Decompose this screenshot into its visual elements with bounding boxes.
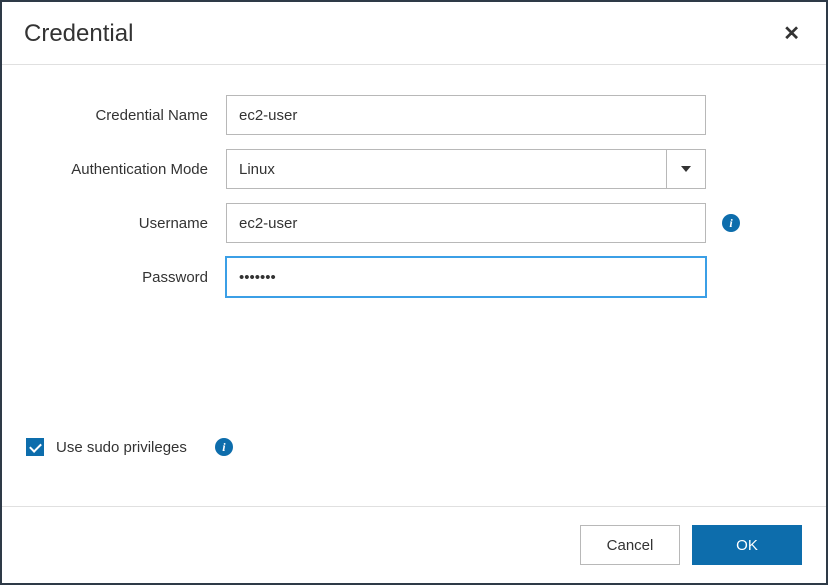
sudo-checkbox[interactable] [26, 438, 44, 456]
sudo-label[interactable]: Use sudo privileges [56, 439, 187, 456]
ok-button[interactable]: OK [692, 525, 802, 565]
credential-dialog: Credential ✕ Credential Name Authenticat… [0, 0, 828, 585]
info-icon-glyph: i [729, 216, 732, 231]
credential-name-row: Credential Name [26, 95, 802, 135]
auth-mode-row: Authentication Mode Linux [26, 149, 802, 189]
sudo-section: Use sudo privileges i [26, 438, 802, 456]
dialog-footer: Cancel OK [2, 506, 826, 583]
dialog-header: Credential ✕ [2, 2, 826, 65]
auth-mode-value: Linux [226, 149, 666, 189]
credential-name-label: Credential Name [26, 107, 226, 124]
auth-mode-label: Authentication Mode [26, 161, 226, 178]
password-row: Password [26, 257, 802, 297]
chevron-down-icon [681, 166, 691, 172]
sudo-info-icon[interactable]: i [215, 438, 233, 456]
password-input[interactable] [226, 257, 706, 297]
auth-mode-dropdown-button[interactable] [666, 149, 706, 189]
auth-mode-select[interactable]: Linux [226, 149, 706, 189]
username-info-icon[interactable]: i [722, 214, 740, 232]
credential-name-input[interactable] [226, 95, 706, 135]
close-button[interactable]: ✕ [779, 24, 804, 44]
username-label: Username [26, 215, 226, 232]
info-icon-glyph: i [222, 440, 225, 455]
username-row: Username i [26, 203, 802, 243]
dialog-body: Credential Name Authentication Mode Linu… [2, 65, 826, 506]
cancel-button[interactable]: Cancel [580, 525, 680, 565]
username-input[interactable] [226, 203, 706, 243]
password-label: Password [26, 269, 226, 286]
dialog-title: Credential [24, 20, 133, 48]
close-icon: ✕ [783, 23, 800, 45]
